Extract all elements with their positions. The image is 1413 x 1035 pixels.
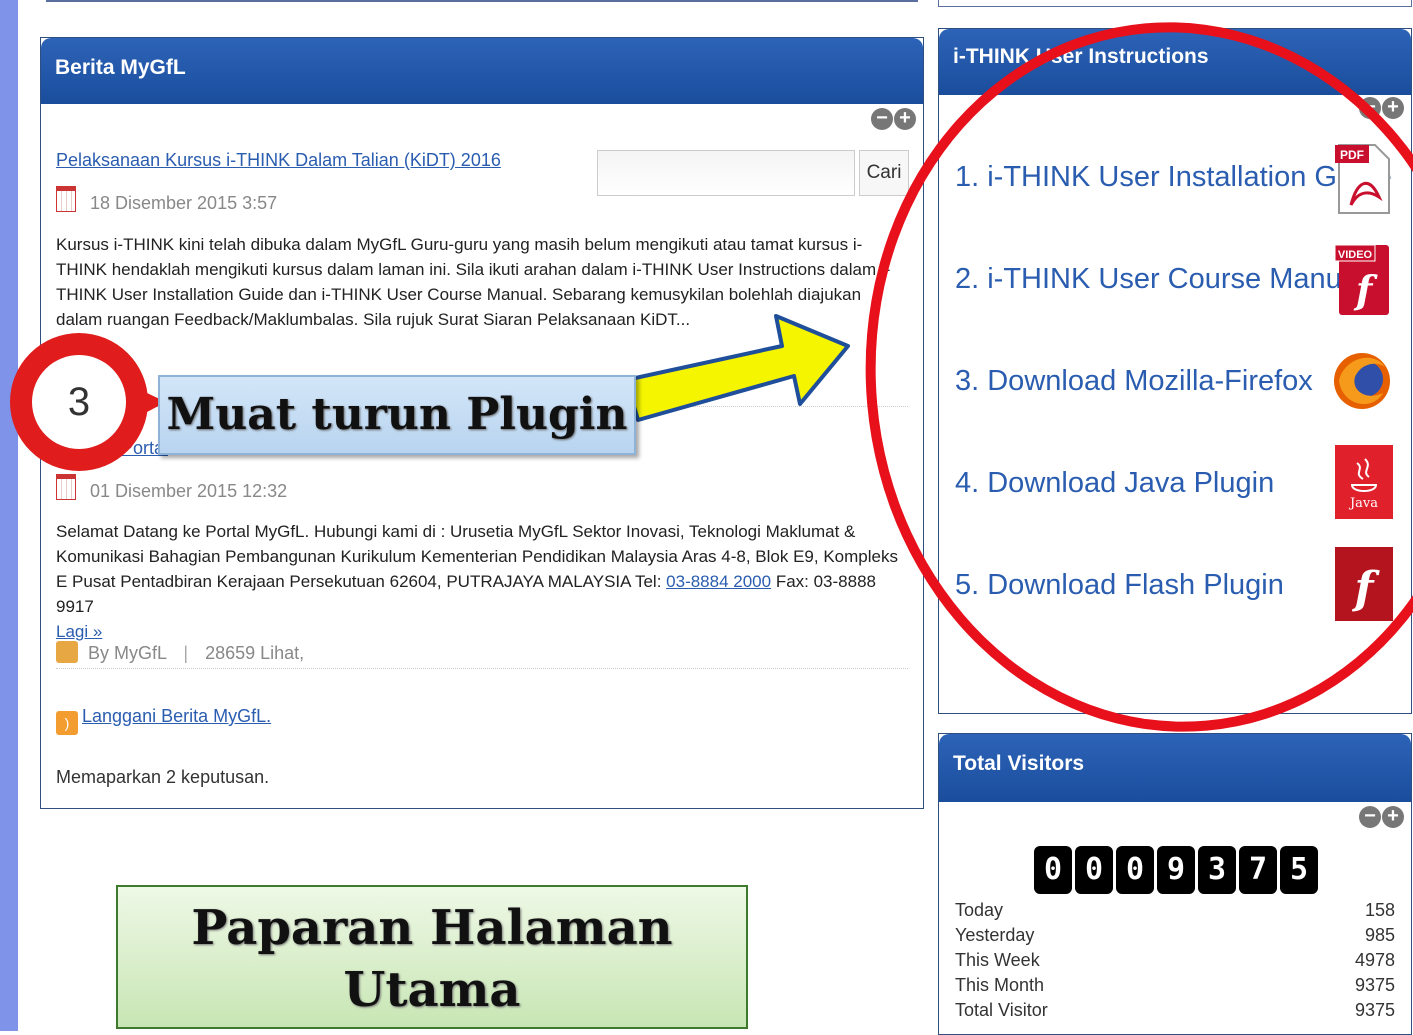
caption-line-1: Paparan Halaman xyxy=(191,900,673,956)
callout-label: Muat turun Plugin xyxy=(158,375,636,455)
left-edge-strip xyxy=(0,0,18,1031)
counter-digit: 7 xyxy=(1239,846,1277,894)
result-count: Memaparkan 2 keputusan. xyxy=(56,767,270,787)
news-divider-2 xyxy=(56,668,908,669)
stat-value: 4978 xyxy=(1354,950,1395,970)
stat-row-total-visitor: Total Visitor 9375 xyxy=(955,1000,1395,1025)
rss-subscribe-link[interactable]: ) Langgani Berita MyGfL. xyxy=(56,706,271,735)
stat-label: This Month xyxy=(955,975,1045,995)
stat-row-yesterday: Yesterday 985 xyxy=(955,925,1395,950)
visitors-panel: Total Visitors − + 0 0 0 9 3 7 5 Today 15… xyxy=(938,733,1412,1035)
news-item-body-2: Selamat Datang ke Portal MyGfL. Hubungi … xyxy=(56,519,906,644)
counter-digit: 0 xyxy=(1116,846,1154,894)
stat-row-this-week: This Week 4978 xyxy=(955,950,1395,975)
stat-row-today: Today 158 xyxy=(955,900,1395,925)
top-right-box-edge xyxy=(938,0,1412,7)
maximize-icon[interactable]: + xyxy=(1382,806,1404,828)
maximize-icon[interactable]: + xyxy=(1382,97,1404,119)
news-item-date-2: 01 Disember 2015 12:32 xyxy=(56,474,287,502)
step-number: 3 xyxy=(32,355,126,449)
author-label: By MyGfL xyxy=(88,643,167,663)
counter-digit: 9 xyxy=(1157,846,1195,894)
yellow-arrow-icon xyxy=(624,314,850,422)
counter-digit: 3 xyxy=(1198,846,1236,894)
read-more-link[interactable]: Lagi » xyxy=(56,622,102,641)
news-item-title-1[interactable]: Pelaksanaan Kursus i-THINK Dalam Talian … xyxy=(56,150,501,171)
news-date-text-2: 01 Disember 2015 12:32 xyxy=(90,481,288,501)
minimize-icon[interactable]: − xyxy=(871,108,893,130)
top-divider xyxy=(46,0,918,2)
caption-line-2: Utama xyxy=(343,962,521,1018)
visitors-panel-header: Total Visitors xyxy=(939,734,1411,802)
stat-label: Today xyxy=(955,900,1004,920)
author-icon xyxy=(56,641,78,663)
stat-value: 9375 xyxy=(1354,1000,1395,1020)
meta-separator: | xyxy=(183,643,189,663)
stat-label: Yesterday xyxy=(955,925,1035,945)
stat-label: Total Visitor xyxy=(955,1000,1048,1020)
calendar-icon xyxy=(56,474,76,500)
phone-link[interactable]: 03-8884 2000 xyxy=(666,572,771,591)
minimize-icon[interactable]: − xyxy=(1359,806,1381,828)
views-count: 28659 Lihat, xyxy=(205,643,305,663)
counter-digit: 0 xyxy=(1034,846,1072,894)
stat-row-this-month: This Month 9375 xyxy=(955,975,1395,1000)
caption-box: Paparan Halaman Utama xyxy=(116,885,748,1029)
maximize-icon[interactable]: + xyxy=(894,108,916,130)
counter-digit: 5 xyxy=(1280,846,1318,894)
news-panel-controls: − + xyxy=(871,108,917,132)
counter-digit: 0 xyxy=(1075,846,1113,894)
rss-label: Langgani Berita MyGfL. xyxy=(82,706,272,726)
search-input[interactable] xyxy=(597,150,855,196)
stat-value: 158 xyxy=(1364,900,1395,920)
visitors-panel-controls: − + xyxy=(1359,806,1405,830)
news-panel-header: Berita MyGfL xyxy=(41,38,923,104)
visitors-panel-title: Total Visitors xyxy=(953,752,1085,775)
rss-icon: ) xyxy=(56,711,78,735)
stat-label: This Week xyxy=(955,950,1040,970)
news-meta: By MyGfL | 28659 Lihat, xyxy=(56,641,304,664)
search-button[interactable]: Cari xyxy=(859,150,909,196)
news-date-text-1: 18 Disember 2015 3:57 xyxy=(90,193,278,213)
stat-value: 9375 xyxy=(1354,975,1395,995)
news-item-date-1: 18 Disember 2015 3:57 xyxy=(56,186,277,214)
stat-value: 985 xyxy=(1364,925,1395,945)
visitor-counter: 0 0 0 9 3 7 5 xyxy=(1034,846,1318,894)
calendar-icon xyxy=(56,186,76,212)
news-panel-title: Berita MyGfL xyxy=(55,56,186,79)
